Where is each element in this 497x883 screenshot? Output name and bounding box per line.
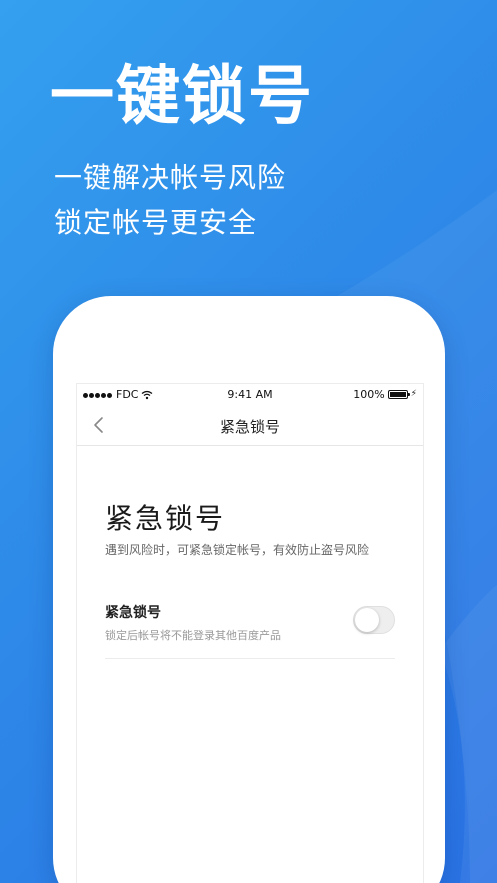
setting-hint: 锁定后帐号将不能登录其他百度产品 xyxy=(105,629,281,642)
promo-subline-1: 一键解决帐号风险 xyxy=(54,161,287,194)
promo-headline: 一键锁号 xyxy=(50,59,314,134)
nav-bar: 紧急锁号 xyxy=(77,406,423,446)
promo-subline-2: 锁定帐号更安全 xyxy=(54,206,258,239)
battery-percent: 100% xyxy=(353,388,385,401)
setting-label: 紧急锁号 xyxy=(105,605,161,621)
emergency-lock-toggle[interactable] xyxy=(353,606,395,634)
phone-screen: FDC 9:41 AM 100% ⚡ 紧急锁号 紧急锁号 遇到风险时，可紧急锁定… xyxy=(76,383,424,883)
page-heading: 紧急锁号 xyxy=(105,502,226,535)
battery-icon xyxy=(387,390,410,399)
nav-title: 紧急锁号 xyxy=(219,418,280,436)
emergency-lock-setting-row: 紧急锁号 锁定后帐号将不能登录其他百度产品 xyxy=(105,592,395,659)
page-description: 遇到风险时，可紧急锁定帐号，有效防止盗号风险 xyxy=(105,543,370,557)
charging-bolt-icon: ⚡ xyxy=(410,389,417,399)
toggle-knob xyxy=(355,608,379,632)
status-bar: FDC 9:41 AM 100% ⚡ xyxy=(77,384,423,406)
status-right: 100% ⚡ xyxy=(353,388,417,401)
